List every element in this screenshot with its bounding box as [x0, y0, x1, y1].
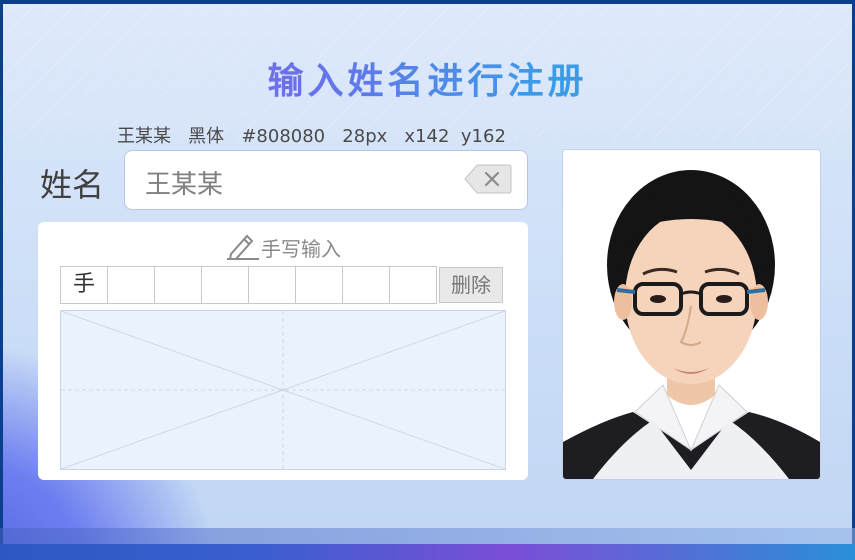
handwriting-pad[interactable]	[60, 310, 506, 470]
page-title: 输入姓名进行注册	[0, 52, 855, 104]
footer-bar	[0, 528, 855, 544]
candidate-cell[interactable]	[248, 266, 296, 304]
name-input-value: 王某某	[145, 170, 224, 200]
handwriting-panel: 手写输入 手 删除	[38, 222, 528, 480]
backspace-clear-icon[interactable]	[463, 163, 513, 195]
candidate-cell[interactable]	[295, 266, 343, 304]
name-input[interactable]: 王某某	[124, 150, 528, 210]
handwriting-header: 手写输入	[38, 232, 528, 265]
handwriting-title: 手写输入	[261, 237, 341, 261]
candidate-cell[interactable]	[342, 266, 390, 304]
pad-guide-lines	[60, 310, 506, 470]
name-label: 姓名	[40, 166, 105, 204]
candidate-row: 手	[60, 266, 437, 304]
candidate-cell[interactable]	[154, 266, 202, 304]
pencil-icon	[225, 232, 259, 265]
candidate-cell[interactable]	[389, 266, 437, 304]
footer-accent	[0, 544, 855, 560]
delete-button[interactable]: 删除	[439, 267, 503, 303]
registration-screen: 输入姓名进行注册 王某某 黑体 #808080 28px x142 y162 姓…	[0, 0, 855, 560]
candidate-cell[interactable]	[107, 266, 155, 304]
candidate-cell[interactable]	[201, 266, 249, 304]
frame-top	[0, 0, 855, 4]
style-hint-text: 王某某 黑体 #808080 28px x142 y162	[117, 126, 506, 147]
candidate-cell[interactable]: 手	[60, 266, 108, 304]
id-photo	[562, 149, 821, 480]
